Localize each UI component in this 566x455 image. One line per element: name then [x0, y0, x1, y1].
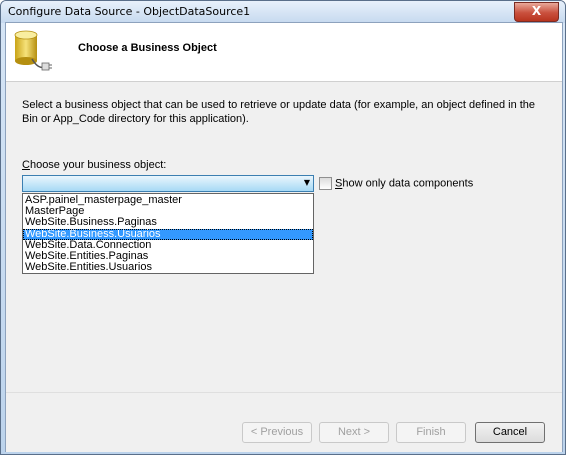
dropdown-items: ASP.painel_masterpage_master MasterPage We… — [23, 194, 313, 273]
dropdown-item[interactable]: WebSite.Entities.Usuarios — [23, 261, 313, 273]
next-button[interactable]: Next > — [319, 422, 389, 443]
finish-button[interactable]: Finish — [396, 422, 466, 443]
title-bar[interactable]: Configure Data Source - ObjectDataSource… — [1, 1, 565, 23]
show-data-components-checkbox[interactable] — [319, 177, 332, 190]
label-text: hoose your business object: — [29, 159, 167, 171]
page-title: Choose a Business Object — [78, 42, 217, 54]
previous-button[interactable]: < Previous — [242, 422, 312, 443]
dialog-window: Configure Data Source - ObjectDataSource… — [0, 0, 566, 455]
chevron-down-icon[interactable]: ▼ — [304, 178, 310, 187]
close-button[interactable]: X — [514, 2, 559, 22]
business-object-combobox[interactable]: ▼ — [22, 175, 314, 192]
business-object-dropdown-list[interactable]: ASP.painel_masterpage_master MasterPage We… — [22, 193, 314, 274]
wizard-header: Choose a Business Object — [6, 23, 562, 82]
label-accelerator: C — [22, 159, 30, 171]
database-connector-icon — [12, 29, 52, 73]
wizard-body: Select a business object that can be use… — [6, 82, 562, 392]
cancel-button[interactable]: Cancel — [475, 422, 545, 443]
business-object-label: Choose your business object: — [22, 159, 166, 171]
dialog-client: Choose a Business Object Select a busine… — [5, 22, 563, 452]
show-data-components-option[interactable]: Show only data components — [319, 177, 473, 190]
window-title: Configure Data Source - ObjectDataSource… — [8, 5, 251, 18]
checkbox-label[interactable]: Show only data components — [335, 178, 473, 190]
description-text: Select a business object that can be use… — [22, 99, 536, 125]
checkbox-label-text: how only data components — [342, 177, 474, 190]
dropdown-item[interactable]: WebSite.Business.Paginas — [23, 217, 313, 228]
wizard-footer: < Previous Next > Finish Cancel — [6, 392, 562, 452]
